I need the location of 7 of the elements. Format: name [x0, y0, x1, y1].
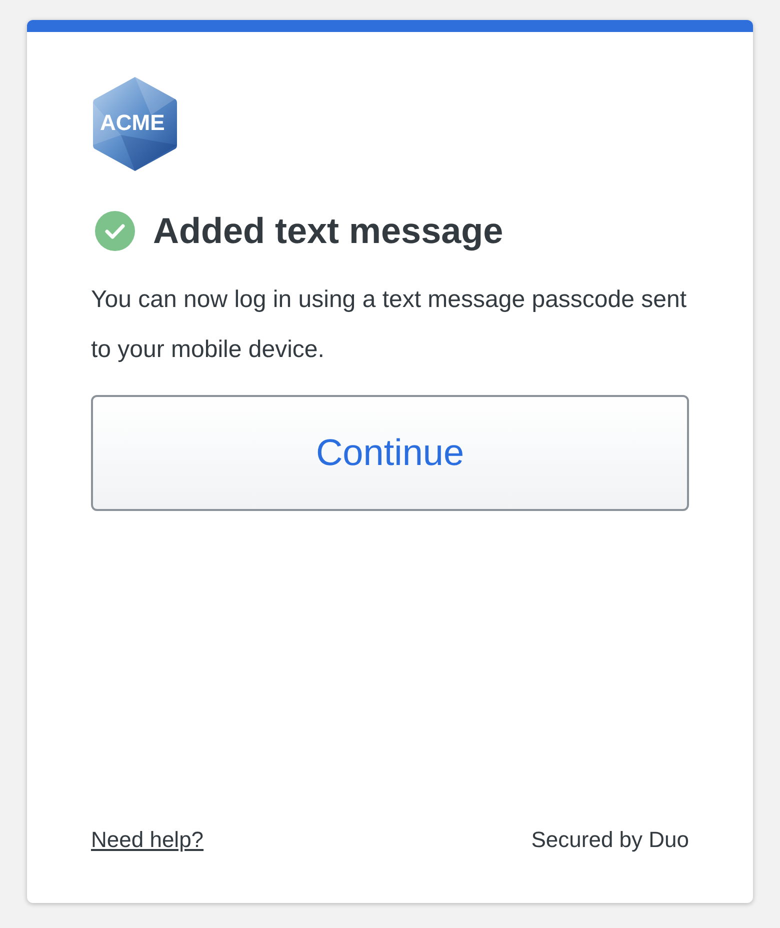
continue-button[interactable]: Continue: [91, 395, 689, 511]
help-link[interactable]: Need help?: [91, 827, 204, 853]
secured-by-text: Secured by Duo: [531, 827, 689, 853]
hexagon-logo-icon: [91, 75, 179, 173]
message-text: You can now log in using a text message passcode sent to your mobile device.: [91, 285, 688, 365]
logo-text: ACME: [100, 110, 165, 136]
heading: Added text message: [153, 209, 504, 253]
